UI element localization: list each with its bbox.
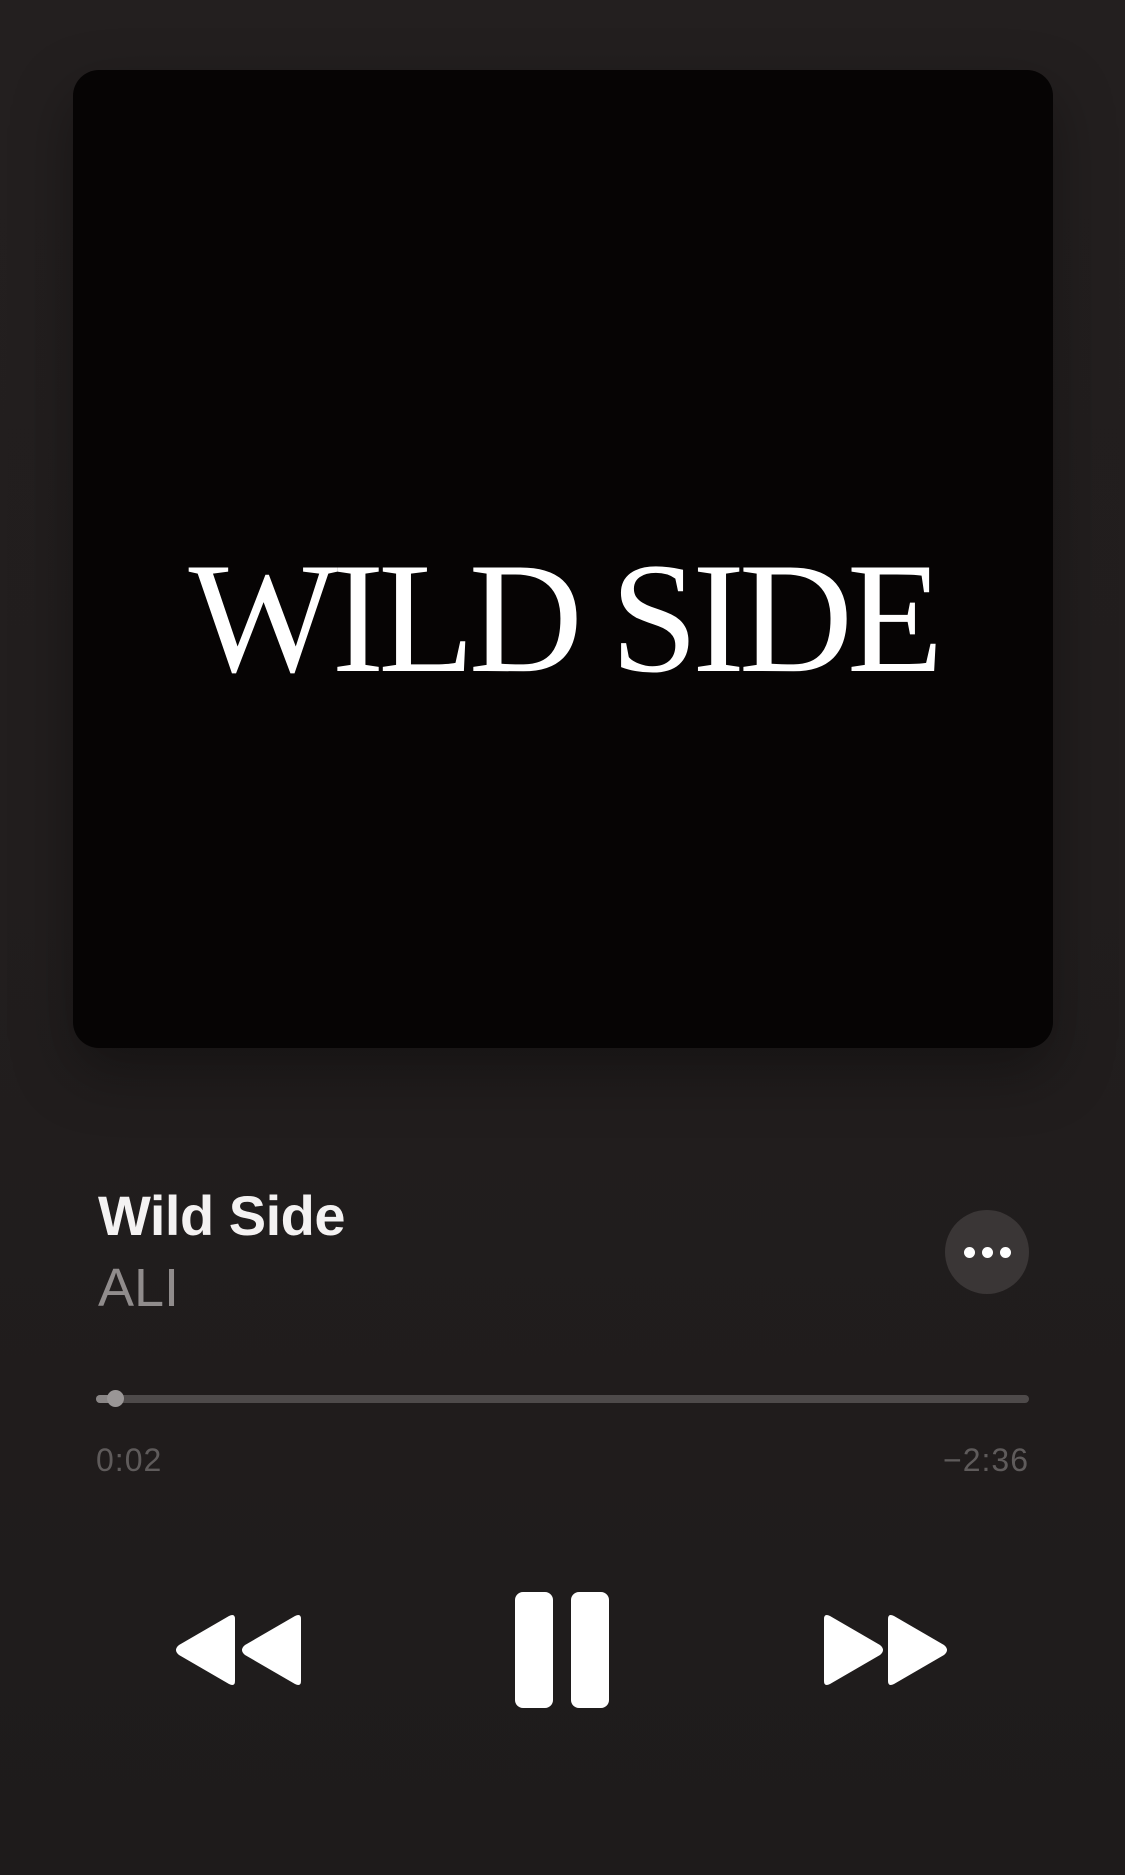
track-title[interactable]: Wild Side: [98, 1180, 898, 1252]
track-info: Wild Side ALI: [98, 1180, 898, 1324]
album-artwork: WILD SIDE: [73, 70, 1053, 1048]
ellipsis-icon: [999, 1246, 1011, 1258]
fast-forward-button[interactable]: [817, 1610, 957, 1690]
rewind-icon: [176, 1615, 301, 1685]
progress-scrubber[interactable]: [96, 1390, 1029, 1407]
track-artist[interactable]: ALI: [98, 1252, 898, 1324]
pause-button[interactable]: [500, 1590, 628, 1710]
elapsed-time: 0:02: [96, 1442, 163, 1478]
progress-knob[interactable]: [106, 1390, 124, 1407]
artwork-title: WILD SIDE: [188, 531, 944, 706]
rewind-button[interactable]: [168, 1610, 308, 1690]
more-options-button[interactable]: [945, 1210, 1029, 1294]
ellipsis-icon: [981, 1246, 993, 1258]
fast-forward-icon: [824, 1615, 947, 1685]
remaining-time: −2:36: [943, 1442, 1029, 1478]
pause-icon: [515, 1592, 609, 1708]
playback-controls: [0, 1590, 1125, 1720]
ellipsis-icon: [963, 1246, 975, 1258]
progress-track[interactable]: [96, 1395, 1029, 1403]
